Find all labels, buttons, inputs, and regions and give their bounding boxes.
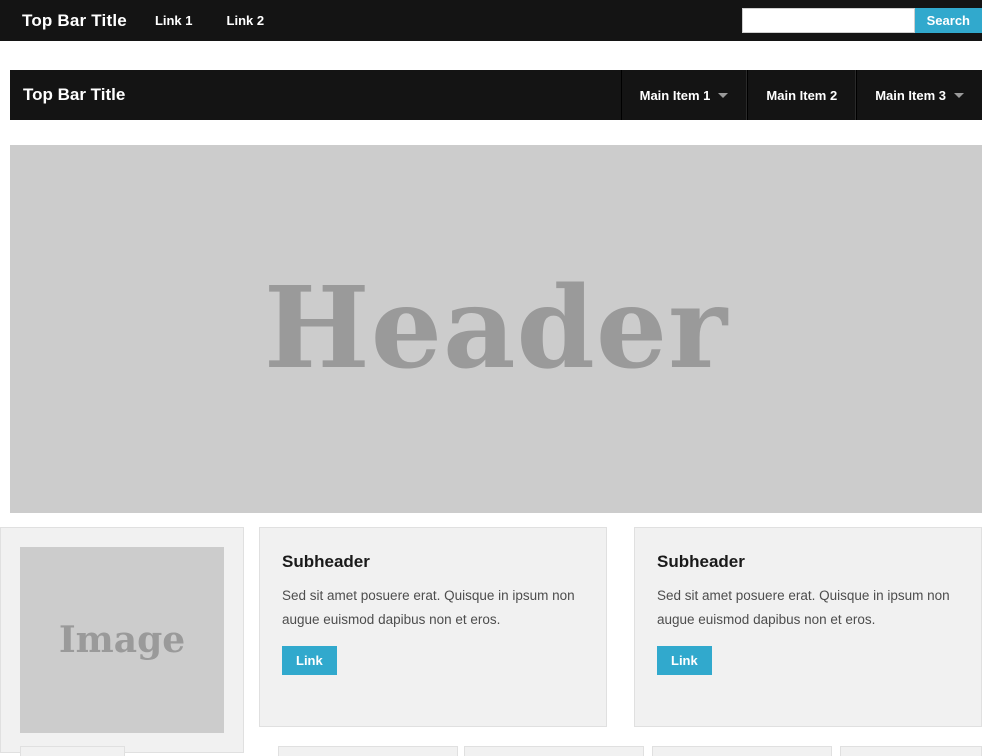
content-row: Image Subheader Sed sit amet posuere era… [0,527,1000,753]
next-row-cell-4 [652,746,832,756]
nav-item-main-item-2[interactable]: Main Item 2 [747,70,857,120]
next-row-cell-2 [278,746,458,756]
card-body-text: Sed sit amet posuere erat. Quisque in ip… [282,588,575,628]
next-content-row [0,746,1000,756]
next-row-cell-1 [20,746,125,756]
content-card-1: Subheader Sed sit amet posuere erat. Qui… [259,527,607,727]
card-body-text: Sed sit amet posuere erat. Quisque in ip… [657,588,950,628]
card-title: Subheader [657,552,745,571]
top-bar-link-2[interactable]: Link 2 [227,13,265,28]
main-navbar: Top Bar Title Main Item 1 Main Item 2 Ma… [10,70,982,120]
top-bar-links: Link 1 Link 2 [155,13,298,28]
header-banner-title: Header [263,263,729,394]
next-row-cell-5 [840,746,982,756]
search-button[interactable]: Search [914,8,982,33]
card-title: Subheader [282,552,370,571]
chevron-down-icon [954,92,964,98]
nav-item-label: Main Item 2 [766,87,838,103]
card-link-button[interactable]: Link [282,646,337,676]
search-form: Search [741,8,982,33]
top-bar-title: Top Bar Title [22,10,127,30]
nav-item-main-item-1[interactable]: Main Item 1 [620,70,748,120]
top-bar-link-1[interactable]: Link 1 [155,13,193,28]
content-card-2: Subheader Sed sit amet posuere erat. Qui… [634,527,982,727]
chevron-down-icon [718,92,729,98]
image-panel: Image [0,527,244,753]
navbar-menu: Main Item 1 Main Item 2 Main Item 3 [620,70,982,120]
header-banner: Header [10,145,982,513]
top-bar: Top Bar Title Link 1 Link 2 Search [0,0,982,41]
image-placeholder: Image [20,547,224,733]
navbar-brand[interactable]: Top Bar Title [23,70,125,120]
image-placeholder-label: Image [58,619,186,661]
card-link-button[interactable]: Link [657,646,712,676]
next-row-cell-3 [464,746,644,756]
nav-item-label: Main Item 3 [875,87,946,103]
nav-item-main-item-3[interactable]: Main Item 3 [856,70,982,120]
nav-item-label: Main Item 1 [639,87,711,103]
search-input[interactable] [741,8,915,33]
